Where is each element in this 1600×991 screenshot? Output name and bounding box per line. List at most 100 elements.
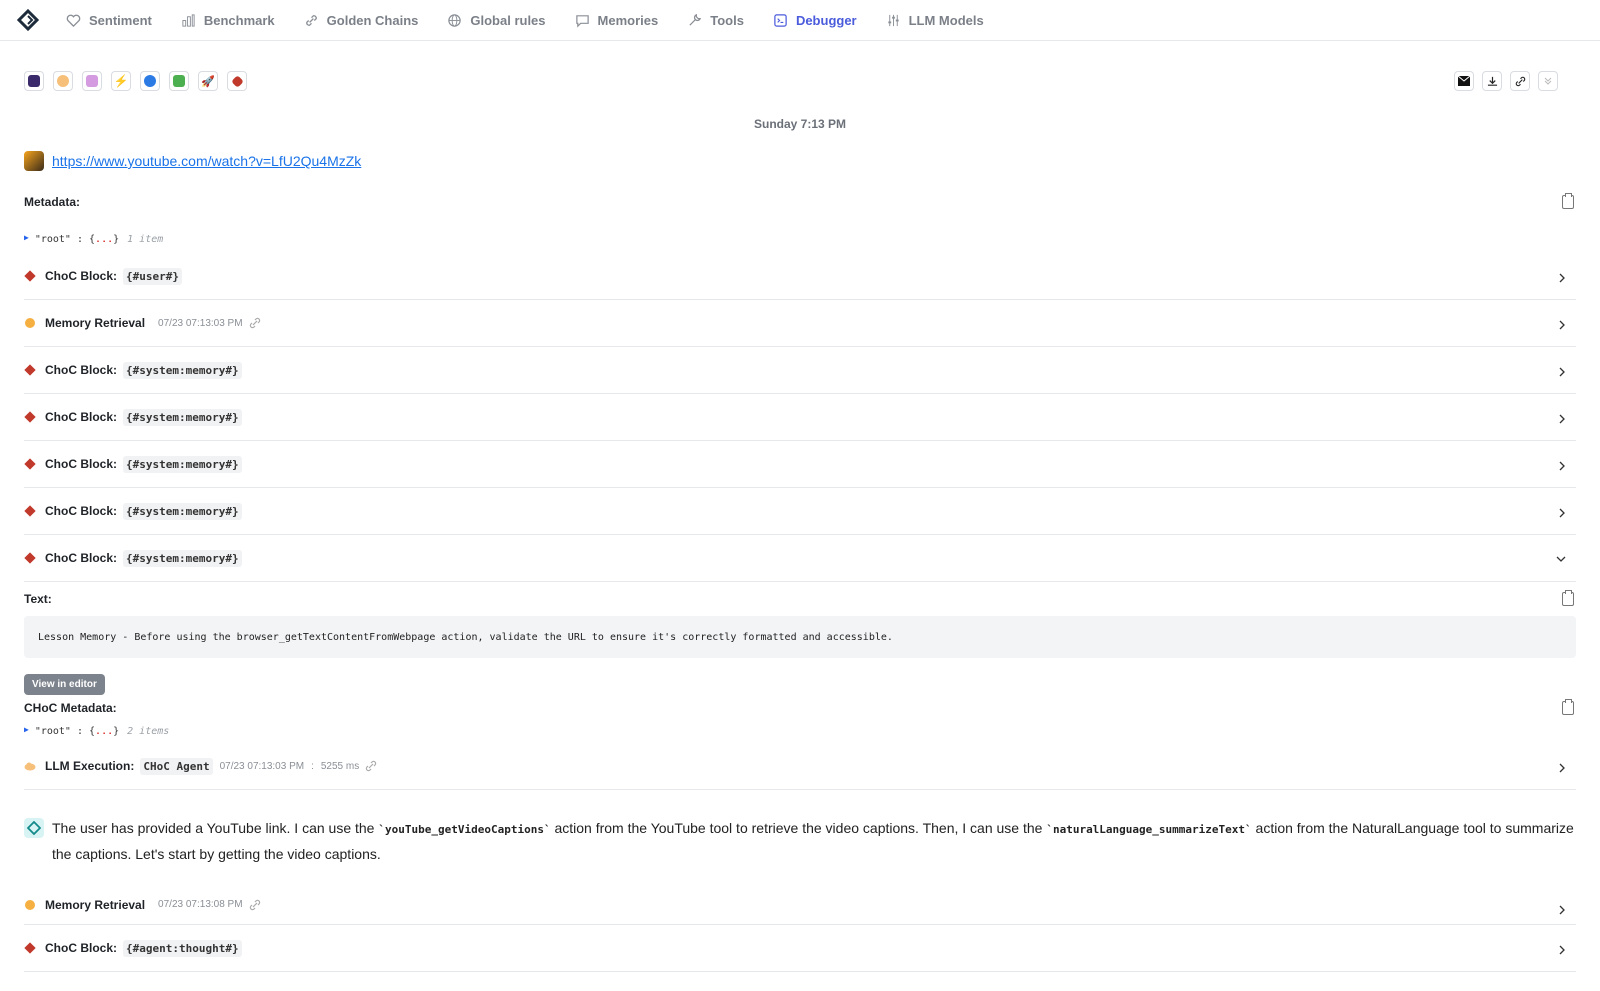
- session-timestamp: Sunday 7:13 PM: [753, 117, 847, 131]
- youtube-link[interactable]: https://www.youtube.com/watch?v=LfU2Qu4M…: [52, 153, 361, 169]
- nav-tools[interactable]: Tools: [687, 13, 744, 28]
- event-choc-block[interactable]: ChoC Block: {#user#}: [24, 253, 1576, 300]
- filter-document-icon[interactable]: [169, 71, 189, 91]
- user-avatar: [24, 151, 44, 171]
- event-label: ChoC Block:: [45, 410, 117, 424]
- link-icon[interactable]: [249, 899, 261, 911]
- metadata-label: Metadata:: [24, 195, 81, 209]
- memory-icon: [25, 899, 35, 910]
- memory-icon: [25, 318, 35, 328]
- choc-block-icon: [24, 458, 36, 470]
- link-icon[interactable]: [1510, 71, 1530, 91]
- event-timestamp: 07/23 07:13:08 PM: [158, 899, 243, 910]
- chevron-right-icon[interactable]: [1558, 461, 1566, 471]
- terminal-icon: [774, 13, 787, 27]
- filter-message-icon[interactable]: [82, 71, 102, 91]
- event-choc-block[interactable]: ChoC Block: {#system:memory#}: [24, 394, 1576, 441]
- choc-block-icon: [24, 505, 36, 517]
- filter-cloud-icon[interactable]: [53, 71, 73, 91]
- filter-bug-icon[interactable]: [140, 71, 160, 91]
- event-label: ChoC Block:: [45, 363, 117, 377]
- event-choc-block-expanded[interactable]: ChoC Block: {#system:memory#}: [24, 535, 1576, 582]
- event-code: {#user#}: [123, 267, 182, 285]
- json-tree-root[interactable]: ▶ "root" : { ... } 1 item: [24, 225, 1576, 253]
- link-icon[interactable]: [249, 317, 261, 329]
- event-label: Memory Retrieval: [45, 897, 146, 912]
- event-code: {#system:memory#}: [123, 549, 242, 567]
- event-duration: 5255 ms: [320, 760, 360, 772]
- event-llm-execution[interactable]: LLM Execution: CHoC Agent 07/23 07:13:03…: [24, 743, 1576, 790]
- nav-memories[interactable]: Memories: [575, 13, 658, 28]
- text-label: Text:: [24, 592, 52, 606]
- chevron-right-icon[interactable]: [1558, 945, 1566, 955]
- cloud-icon: [24, 762, 36, 771]
- nav-llm-models[interactable]: LLM Models: [886, 13, 984, 28]
- event-choc-block[interactable]: ChoC Block: {#system:memory#}: [24, 347, 1576, 394]
- chevron-right-icon[interactable]: [1558, 367, 1566, 377]
- text-section: Text:: [24, 584, 1576, 614]
- nav-sentiment[interactable]: Sentiment: [66, 13, 152, 28]
- agent-message-text: The user has provided a YouTube link. I …: [52, 816, 1576, 867]
- clipboard-icon[interactable]: [1562, 590, 1574, 606]
- agent-logo-icon: [24, 818, 44, 838]
- download-icon[interactable]: [1482, 71, 1502, 91]
- event-memory-retrieval[interactable]: Memory Retrieval 07/23 07:13:03 PM: [24, 300, 1576, 347]
- expand-triangle-icon[interactable]: ▶: [24, 233, 29, 242]
- heart-icon: [66, 14, 81, 27]
- chevron-right-icon[interactable]: [1558, 763, 1566, 773]
- clipboard-icon[interactable]: [1562, 193, 1574, 209]
- chevron-right-icon[interactable]: [1558, 273, 1566, 283]
- chevron-down-icon[interactable]: [1556, 555, 1566, 563]
- collapse-all-icon[interactable]: [1538, 71, 1558, 91]
- event-label: LLM Execution:: [45, 759, 135, 773]
- event-choc-block[interactable]: ChoC Block: {#system:memory#}: [24, 441, 1576, 488]
- chevron-right-icon[interactable]: [1558, 414, 1566, 424]
- json-ellipsis: ...: [95, 725, 114, 737]
- nav-benchmark[interactable]: Benchmark: [181, 13, 275, 28]
- event-code: {#system:memory#}: [123, 408, 242, 426]
- nav-llm-models-label: LLM Models: [908, 12, 984, 28]
- event-label: ChoC Block:: [45, 551, 117, 565]
- email-icon[interactable]: [1454, 71, 1474, 91]
- event-timestamp: 07/23 07:13:03 PM: [158, 317, 243, 329]
- app-logo-icon[interactable]: [16, 8, 40, 32]
- view-in-editor-button[interactable]: View in editor: [24, 674, 105, 695]
- lesson-text-block: Lesson Memory - Before using the browser…: [24, 616, 1576, 658]
- expand-triangle-icon[interactable]: ▶: [24, 725, 29, 734]
- filter-lightning-icon[interactable]: ⚡: [111, 71, 131, 91]
- event-memory-retrieval[interactable]: Memory Retrieval 07/23 07:13:08 PM: [24, 885, 1576, 925]
- choc-block-icon: [24, 942, 36, 954]
- filter-icons: ⚡ 🚀: [24, 71, 247, 91]
- json-tree-root[interactable]: ▶ "root" : { ... } 2 items: [24, 719, 1576, 743]
- json-item-count: 1 item: [127, 233, 164, 245]
- toolbar: ⚡ 🚀: [24, 41, 1576, 121]
- event-choc-block[interactable]: ChoC Block: {#agent:thought#}: [24, 925, 1576, 972]
- action-icons: [1454, 71, 1558, 91]
- clipboard-icon[interactable]: [1562, 699, 1574, 715]
- top-nav: Sentiment Benchmark Golden Chains Global…: [0, 0, 1600, 41]
- nav-tools-label: Tools: [710, 12, 744, 28]
- chain-link-icon: [305, 14, 317, 26]
- nav-golden-chains[interactable]: Golden Chains: [304, 13, 418, 28]
- link-icon[interactable]: [365, 760, 377, 772]
- choc-block-icon: [24, 270, 36, 282]
- nav-debugger[interactable]: Debugger: [773, 13, 857, 28]
- event-label: ChoC Block:: [45, 941, 117, 955]
- debugger-main: ⚡ 🚀 Sunday 7:13 PM https://www.youtube.c…: [0, 41, 1600, 972]
- filter-rocket-icon[interactable]: 🚀: [198, 71, 218, 91]
- event-choc-block[interactable]: ChoC Block: {#system:memory#}: [24, 488, 1576, 535]
- chevron-right-icon[interactable]: [1558, 320, 1566, 330]
- choc-block-icon: [24, 364, 36, 376]
- nav-benchmark-label: Benchmark: [203, 12, 275, 28]
- nav-global-rules[interactable]: Global rules: [447, 13, 546, 28]
- metadata-section: Metadata:: [24, 187, 1576, 217]
- user-message: https://www.youtube.com/watch?v=LfU2Qu4M…: [24, 147, 1576, 175]
- filter-choc-icon[interactable]: [227, 71, 247, 91]
- agent-text: The user has provided a YouTube link. I …: [52, 820, 379, 836]
- filter-user-icon[interactable]: [24, 71, 44, 91]
- event-code: {#system:memory#}: [123, 502, 242, 520]
- chevron-right-icon[interactable]: [1558, 508, 1566, 518]
- json-ellipsis: ...: [95, 233, 114, 245]
- event-label: ChoC Block:: [45, 504, 117, 518]
- chevron-right-icon[interactable]: [1558, 905, 1566, 915]
